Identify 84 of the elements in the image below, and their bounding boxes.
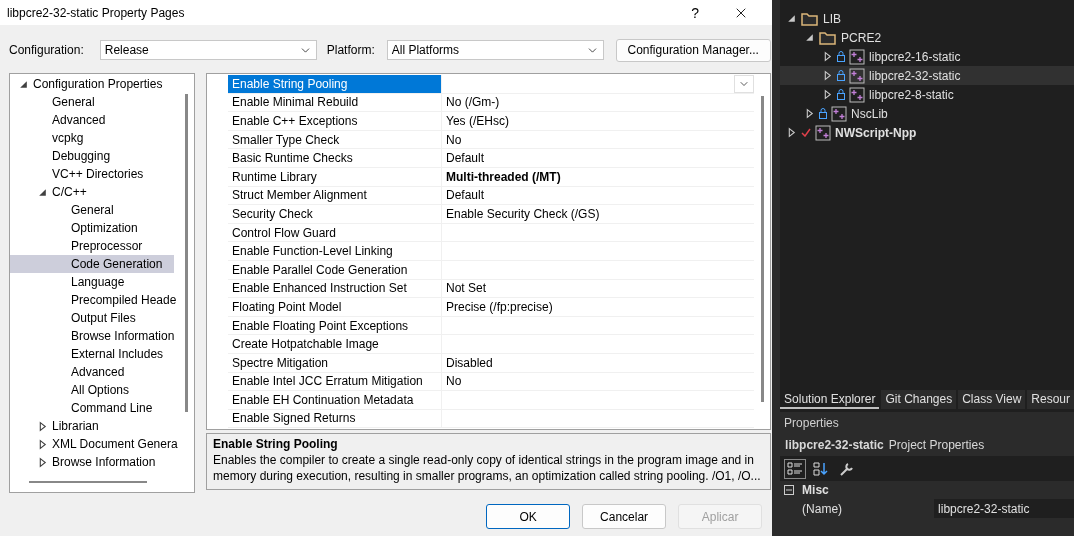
solution-item[interactable]: libpcre2-16-static [780, 47, 1074, 66]
panel-tab[interactable]: Resour [1027, 390, 1074, 409]
tree-item[interactable]: Code Generation [10, 255, 174, 273]
property-value[interactable]: Not Set [442, 279, 754, 298]
tree-item[interactable]: Precompiled Heade [10, 291, 174, 309]
expanded-arrow-icon[interactable] [18, 78, 29, 90]
configuration-label: Configuration: [9, 43, 84, 57]
tree-item[interactable]: C/C++ [10, 183, 174, 201]
window-title: libpcre2-32-static Property Pages [7, 5, 186, 20]
project-icon [849, 67, 866, 84]
solution-item[interactable]: LIB [780, 9, 1074, 28]
project-icon [849, 86, 866, 103]
property-value[interactable]: Yes (/EHsc) [442, 112, 754, 130]
tree-item[interactable]: General [10, 201, 174, 219]
tree-item[interactable]: VC++ Directories [10, 165, 174, 183]
tree-item[interactable]: External Includes [10, 345, 174, 363]
collapsed-arrow-icon[interactable] [822, 70, 834, 81]
tree-item[interactable]: Browse Information [10, 453, 174, 471]
solution-item[interactable]: PCRE2 [780, 28, 1074, 47]
vertical-scrollbar[interactable] [185, 94, 188, 412]
property-value[interactable]: Default [442, 149, 754, 167]
tree-item[interactable]: Advanced [10, 363, 174, 381]
property-value[interactable]: libpcre2-32-static [934, 499, 1074, 518]
collapsed-arrow-icon[interactable] [822, 89, 834, 100]
property-value[interactable]: No [442, 130, 754, 149]
tree-item[interactable]: Language [10, 273, 174, 291]
tree-item[interactable]: Browse Information [10, 327, 174, 345]
section-header: Misc [802, 483, 829, 497]
folder-icon [819, 30, 838, 45]
collapsed-arrow-icon[interactable] [37, 438, 48, 450]
project-icon [849, 48, 866, 65]
horizontal-scrollbar[interactable] [29, 481, 147, 483]
tree-item[interactable]: Optimization [10, 219, 174, 237]
solution-item[interactable]: libpcre2-8-static [780, 85, 1074, 104]
collapse-icon[interactable] [784, 485, 795, 495]
project-icon [831, 105, 848, 122]
collapsed-arrow-icon[interactable] [786, 127, 798, 138]
object-type: Project Properties [888, 438, 985, 452]
help-button[interactable]: ? [672, 4, 719, 21]
tree-item[interactable]: Librarian [10, 417, 174, 435]
expanded-arrow-icon[interactable] [786, 13, 798, 24]
collapsed-arrow-icon[interactable] [37, 420, 48, 432]
tree-item[interactable]: Command Line [10, 399, 174, 417]
property-value[interactable]: Disabled [442, 353, 754, 372]
property-name[interactable]: (Name) [780, 499, 935, 518]
dialog-button[interactable]: OK [486, 504, 571, 529]
property-value[interactable]: Default [442, 186, 754, 205]
property-value[interactable]: Precise (/fp:precise) [442, 298, 754, 316]
tree-item[interactable]: Output Files [10, 309, 174, 327]
panel-tab[interactable]: Git Changes [881, 390, 957, 409]
tree-item[interactable]: All Options [10, 381, 174, 399]
object-name: libpcre2-32-static [785, 438, 884, 452]
tree-item[interactable]: Preprocessor [10, 237, 174, 255]
platform-label: Platform: [326, 43, 375, 57]
tree-item[interactable]: Configuration Properties [10, 75, 174, 93]
solution-item[interactable]: libpcre2-32-static [780, 66, 1074, 85]
tree-item[interactable]: Advanced [10, 111, 174, 129]
property-name[interactable]: Enable String Pooling [228, 75, 442, 93]
project-icon [815, 124, 832, 141]
description-text: Enables the compiler to create a single read-only copy of identical strings in the program image and in memory during execution, resulting in smaller programs, an optimization called string pooling. /O1, /O... [213, 452, 762, 484]
solution-item[interactable]: NWScript-Npp [780, 123, 1074, 142]
collapsed-arrow-icon[interactable] [37, 456, 48, 468]
property-value[interactable]: No (/Gm-) [442, 93, 754, 112]
description-title: Enable String Pooling [213, 437, 339, 451]
tree-item[interactable]: Debugging [10, 147, 174, 165]
property-value[interactable]: Enable Security Check (/GS) [442, 205, 754, 223]
property-value[interactable]: Multi-threaded (/MT) [442, 167, 754, 186]
dialog-button[interactable]: Cancelar [582, 504, 667, 529]
configuration-manager-button[interactable]: Configuration Manager... [615, 38, 771, 62]
expanded-arrow-icon[interactable] [804, 32, 816, 43]
categorized-icon[interactable] [784, 458, 807, 479]
tree-item[interactable]: vcpkg [10, 129, 174, 147]
configuration-dropdown[interactable]: Release [99, 40, 317, 60]
tree-item[interactable]: General [10, 93, 174, 111]
panel-tab[interactable]: Class View [958, 390, 1026, 409]
collapsed-arrow-icon[interactable] [804, 108, 816, 119]
collapsed-arrow-icon[interactable] [822, 51, 834, 62]
property-value[interactable]: No [442, 372, 754, 391]
vertical-scrollbar[interactable] [761, 96, 764, 402]
panel-title: Properties [783, 415, 840, 432]
folder-icon [801, 11, 820, 26]
solution-item[interactable]: NscLib [780, 104, 1074, 123]
expanded-arrow-icon[interactable] [37, 186, 48, 198]
platform-dropdown[interactable]: All Platforms [386, 40, 604, 60]
